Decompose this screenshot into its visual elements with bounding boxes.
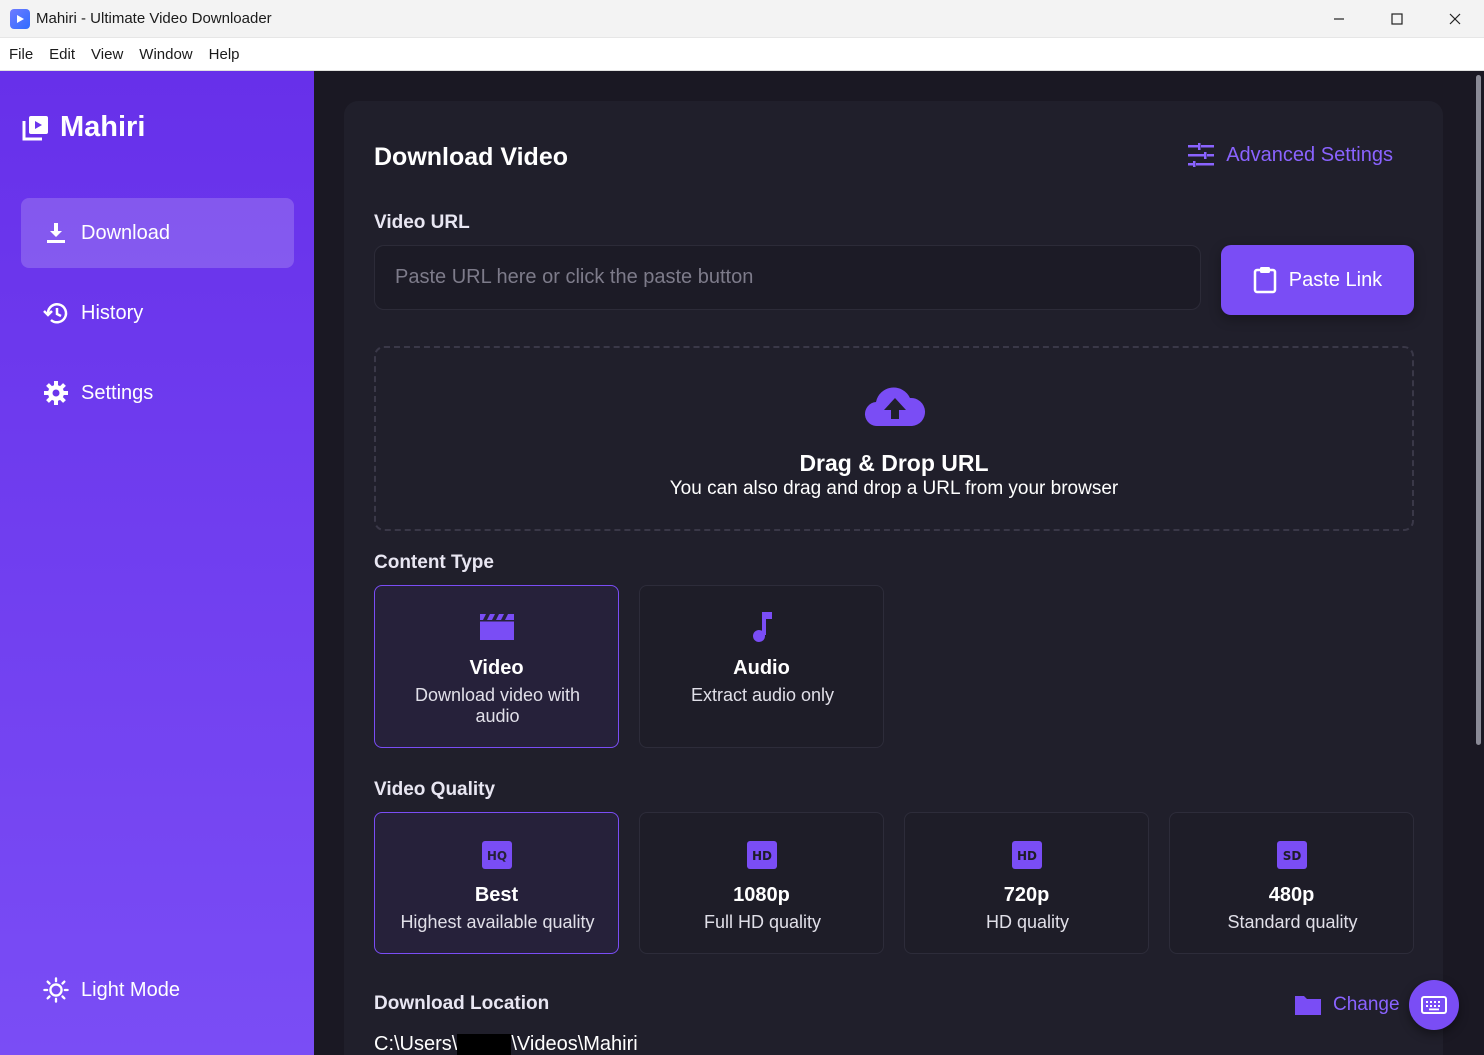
drop-zone-title: Drag & Drop URL	[799, 450, 989, 476]
light-mode-label: Light Mode	[81, 978, 180, 1001]
download-icon	[43, 220, 69, 246]
close-icon	[1449, 13, 1461, 25]
download-location-label: Download Location	[374, 993, 550, 1014]
hd-badge-icon: HD	[905, 840, 1148, 870]
menu-file[interactable]: File	[0, 46, 41, 63]
option-subtitle: Standard quality	[1227, 912, 1358, 932]
download-card: Download Video Advanced Settings Video U…	[344, 101, 1443, 1055]
quality-best[interactable]: HQ Best Highest available quality	[374, 812, 619, 954]
quality-1080p[interactable]: HD 1080p Full HD quality	[639, 812, 884, 954]
keyboard-shortcuts-button[interactable]	[1409, 980, 1459, 1030]
drop-zone-subtitle: You can also drag and drop a URL from yo…	[669, 478, 1119, 499]
path-prefix: C:\Users\	[374, 1033, 458, 1055]
page-title: Download Video	[374, 143, 568, 171]
option-title: 480p	[1268, 884, 1315, 906]
video-quality-label: Video Quality	[374, 779, 496, 800]
light-mode-toggle[interactable]: Light Mode	[21, 955, 294, 1025]
option-title: 1080p	[733, 884, 790, 906]
brand: Mahiri	[22, 111, 145, 144]
menu-help[interactable]: Help	[201, 46, 248, 63]
svg-text:SD: SD	[1282, 849, 1301, 863]
path-suffix: \Videos\Mahiri	[511, 1033, 638, 1055]
option-title: Best	[474, 884, 519, 906]
advanced-settings-label: Advanced Settings	[1226, 143, 1393, 166]
svg-text:HD: HD	[751, 849, 771, 863]
paste-link-button[interactable]: Paste Link	[1221, 245, 1414, 315]
maximize-button[interactable]	[1368, 0, 1426, 38]
option-subtitle: Download video with audio	[414, 685, 581, 726]
advanced-settings-button[interactable]: Advanced Settings	[1188, 143, 1393, 167]
maximize-icon	[1391, 13, 1403, 25]
minimize-icon	[1334, 18, 1344, 20]
change-label: Change	[1333, 994, 1400, 1015]
sidebar: Mahiri Download History Settings Light M…	[0, 71, 314, 1055]
scrollbar-thumb[interactable]	[1476, 75, 1481, 745]
sidebar-item-settings[interactable]: Settings	[21, 358, 294, 428]
music-note-icon	[640, 610, 883, 644]
app-icon	[10, 8, 30, 29]
option-subtitle: Highest available quality	[400, 912, 595, 932]
option-title: Audio	[733, 657, 790, 679]
svg-text:HQ: HQ	[486, 849, 506, 863]
quality-480p[interactable]: SD 480p Standard quality	[1169, 812, 1414, 954]
paste-link-label: Paste Link	[1288, 268, 1383, 291]
menu-bar: File Edit View Window Help	[0, 38, 1484, 71]
video-library-icon	[22, 115, 48, 140]
content-type-audio[interactable]: Audio Extract audio only	[639, 585, 884, 748]
hq-badge-icon: HQ	[375, 840, 618, 870]
menu-view[interactable]: View	[83, 46, 131, 63]
quality-720p[interactable]: HD 720p HD quality	[904, 812, 1149, 954]
option-subtitle: Full HD quality	[703, 912, 822, 932]
sidebar-item-label: Settings	[81, 381, 154, 404]
brand-name: Mahiri	[60, 111, 146, 143]
download-path: C:\Users\ \Videos\Mahiri	[374, 1033, 638, 1055]
drop-zone[interactable]: Drag & Drop URL You can also drag and dr…	[374, 346, 1414, 531]
close-button[interactable]	[1426, 0, 1484, 38]
option-subtitle: HD quality	[985, 912, 1070, 932]
video-url-label: Video URL	[374, 212, 470, 233]
content-type-label: Content Type	[374, 552, 494, 573]
clapperboard-icon	[375, 612, 618, 642]
sidebar-item-history[interactable]: History	[21, 278, 294, 348]
url-input[interactable]	[374, 245, 1201, 310]
folder-icon	[1295, 996, 1321, 1015]
clipboard-icon	[1253, 267, 1277, 294]
title-bar: Mahiri - Ultimate Video Downloader	[0, 0, 1484, 38]
option-title: 720p	[1003, 884, 1050, 906]
menu-edit[interactable]: Edit	[41, 46, 83, 63]
sidebar-item-label: Download	[81, 221, 170, 244]
menu-window[interactable]: Window	[131, 46, 200, 63]
content-type-video[interactable]: Video Download video with audio	[374, 585, 619, 748]
sidebar-item-download[interactable]: Download	[21, 198, 294, 268]
keyboard-icon	[1421, 996, 1447, 1014]
svg-text:HD: HD	[1016, 849, 1036, 863]
window-title: Mahiri - Ultimate Video Downloader	[36, 10, 272, 27]
history-icon	[43, 300, 69, 326]
minimize-button[interactable]	[1310, 0, 1368, 38]
gear-icon	[43, 380, 69, 406]
redacted-username	[457, 1033, 512, 1055]
sd-badge-icon: SD	[1170, 840, 1413, 870]
sidebar-item-label: History	[81, 301, 144, 324]
tune-icon	[1188, 143, 1215, 167]
change-location-button[interactable]: Change	[1294, 994, 1400, 1016]
cloud-upload-icon	[864, 384, 926, 433]
option-title: Video	[469, 657, 524, 679]
sun-icon	[43, 977, 69, 1003]
option-subtitle: Extract audio only	[690, 685, 835, 705]
main-scrollbar[interactable]	[1473, 71, 1484, 1055]
hd-badge-icon: HD	[640, 840, 883, 870]
